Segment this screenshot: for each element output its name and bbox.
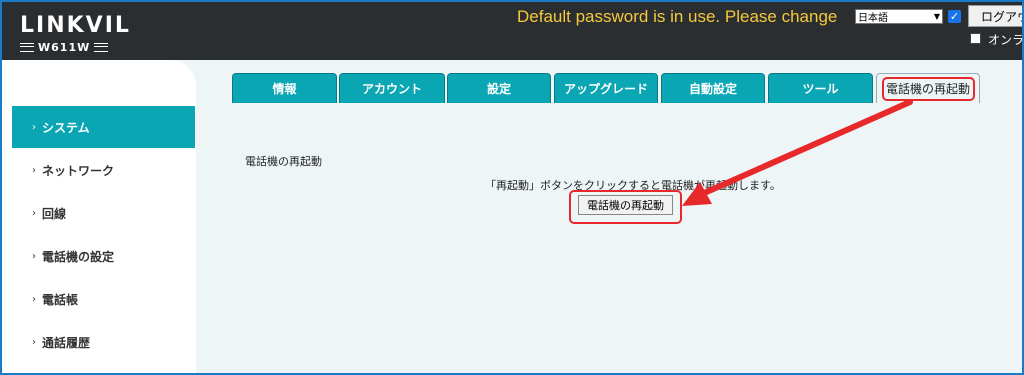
annotation-arrow <box>682 99 913 206</box>
screenshot-frame: LINKVIL W611W Default password is in use… <box>0 0 1024 375</box>
